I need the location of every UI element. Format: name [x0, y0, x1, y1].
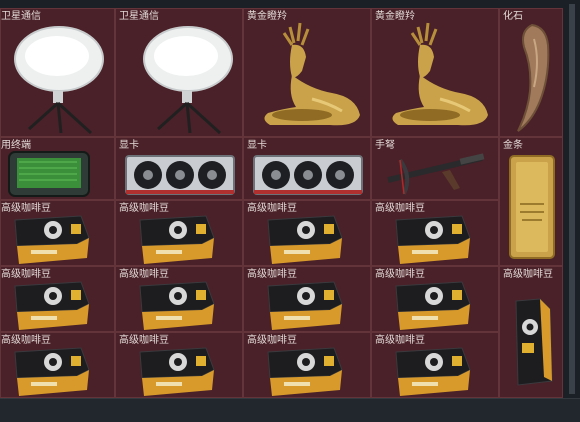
inventory-grid: 卫星通信 卫星通信 黄金瞪羚 黄金瞪羚 化石 用终端 显卡 显卡 手弩 金条 高…: [0, 8, 563, 398]
inventory-slot-crossbow[interactable]: 手弩: [371, 137, 499, 200]
inventory-slot-gazelle-2[interactable]: 黄金瞪羚: [371, 8, 499, 137]
item-label: 高级咖啡豆: [119, 203, 169, 214]
graphics-card-icon: [253, 155, 363, 195]
inventory-slot-coffee[interactable]: 高级咖啡豆: [243, 200, 371, 266]
item-label: 高级咖啡豆: [1, 269, 51, 280]
inventory-slot-coffee[interactable]: 高级咖啡豆: [371, 266, 499, 332]
coffee-bag-icon: [395, 347, 471, 396]
coffee-bag-icon: [139, 281, 215, 330]
item-label: 高级咖啡豆: [247, 335, 297, 346]
inventory-slot-fossil[interactable]: 化石: [499, 8, 563, 137]
inventory-slot-coffee[interactable]: 高级咖啡豆: [0, 332, 115, 398]
item-label: 高级咖啡豆: [375, 335, 425, 346]
inventory-slot-gpu-2[interactable]: 显卡: [243, 137, 371, 200]
coffee-bag-standing-icon: [515, 298, 553, 386]
military-terminal-icon: [8, 151, 90, 197]
inventory-slot-gold-bar[interactable]: 金条: [499, 137, 563, 266]
coffee-bag-icon: [395, 215, 471, 264]
inventory-slot-coffee[interactable]: 高级咖啡豆: [0, 200, 115, 266]
coffee-bag-icon: [14, 281, 90, 330]
coffee-bag-icon: [139, 215, 215, 264]
coffee-bag-icon: [395, 281, 471, 330]
inventory-slot-coffee[interactable]: 高级咖啡豆: [371, 332, 499, 398]
golden-gazelle-icon: [264, 22, 360, 126]
item-label: 高级咖啡豆: [375, 269, 425, 280]
bottom-bar: [0, 398, 580, 422]
inventory-slot-coffee[interactable]: 高级咖啡豆: [115, 200, 243, 266]
item-label: 高级咖啡豆: [1, 203, 51, 214]
scrollbar-thumb[interactable]: [569, 4, 575, 394]
coffee-bag-icon: [267, 215, 343, 264]
coffee-bag-icon: [14, 347, 90, 396]
golden-gazelle-icon: [392, 22, 488, 126]
inventory-slot-coffee[interactable]: 高级咖啡豆: [243, 266, 371, 332]
item-label: 高级咖啡豆: [119, 269, 169, 280]
inventory-slot-coffee[interactable]: 高级咖啡豆: [0, 266, 115, 332]
coffee-bag-icon: [267, 347, 343, 396]
graphics-card-icon: [125, 155, 235, 195]
item-label: 高级咖啡豆: [247, 203, 297, 214]
inventory-slot-terminal[interactable]: 用终端: [0, 137, 115, 200]
item-label: 显卡: [119, 140, 139, 151]
fossil-claw-icon: [517, 23, 550, 132]
inventory-slot-satellite-2[interactable]: 卫星通信: [115, 8, 243, 137]
item-label: 高级咖啡豆: [247, 269, 297, 280]
coffee-bag-icon: [267, 281, 343, 330]
satellite-dish-icon: [143, 26, 233, 135]
gold-bar-icon: [509, 155, 555, 259]
coffee-bag-icon: [14, 215, 90, 264]
inventory-slot-coffee[interactable]: 高级咖啡豆: [243, 332, 371, 398]
inventory-slot-satellite-1[interactable]: 卫星通信: [0, 8, 115, 137]
coffee-bag-icon: [139, 347, 215, 396]
item-label: 金条: [503, 140, 523, 151]
inventory-slot-coffee[interactable]: 高级咖啡豆: [115, 332, 243, 398]
inventory-slot-gazelle-1[interactable]: 黄金瞪羚: [243, 8, 371, 137]
inventory-slot-coffee[interactable]: 高级咖啡豆: [115, 266, 243, 332]
item-label: 高级咖啡豆: [375, 203, 425, 214]
inventory-slot-coffee[interactable]: 高级咖啡豆: [371, 200, 499, 266]
item-label: 显卡: [247, 140, 267, 151]
inventory-slot-gpu-1[interactable]: 显卡: [115, 137, 243, 200]
item-label: 高级咖啡豆: [1, 335, 51, 346]
scrollbar[interactable]: [569, 4, 575, 394]
inventory-slot-coffee-tall[interactable]: 高级咖啡豆: [499, 266, 563, 398]
satellite-dish-icon: [14, 26, 104, 135]
item-label: 高级咖啡豆: [503, 269, 553, 280]
crossbow-icon: [387, 153, 485, 195]
item-label: 高级咖啡豆: [119, 335, 169, 346]
